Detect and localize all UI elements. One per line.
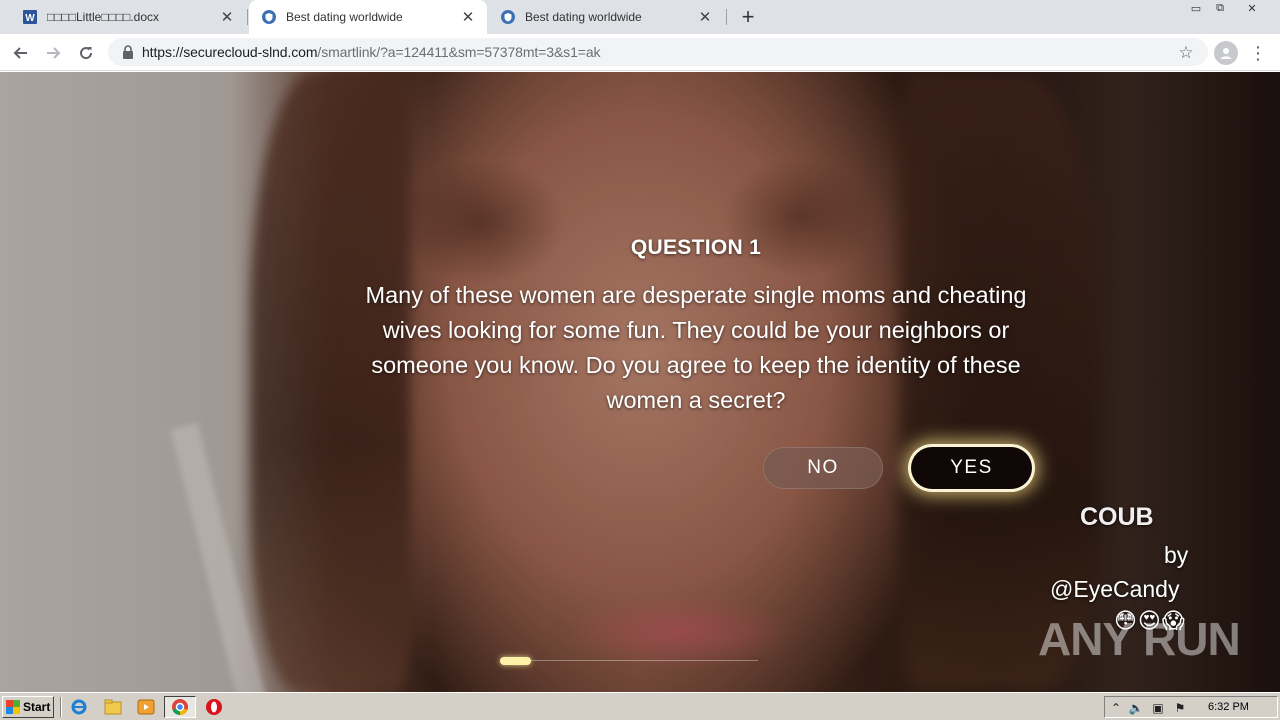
tab-title: Best dating worldwide xyxy=(525,10,642,24)
lock-icon xyxy=(120,44,136,60)
tab-close-icon[interactable]: ✕ xyxy=(216,6,238,28)
tray-expand-icon[interactable]: ⌃ xyxy=(1109,701,1123,715)
file-explorer-icon[interactable] xyxy=(104,698,122,716)
new-tab-button[interactable]: + xyxy=(736,4,760,29)
bookmark-star-icon[interactable]: ☆ xyxy=(1174,41,1198,65)
tab-close-icon[interactable]: ✕ xyxy=(694,6,716,28)
windows-taskbar: Start ⌃ 🔈 ▣ ⚑ 6:32 PM xyxy=(0,692,1280,720)
network-icon[interactable]: ▣ xyxy=(1151,701,1165,715)
forward-icon[interactable] xyxy=(40,40,66,66)
chrome-icon[interactable] xyxy=(171,698,189,716)
url-path: /smartlink/?a=124411&sm=57378mt=3&s1=ak xyxy=(317,44,601,60)
word-icon: W xyxy=(22,9,38,25)
browser-tab-strip: W □□□□Little□□□□.docx ✕ Best dating worl… xyxy=(0,0,1280,34)
tab-divider xyxy=(726,9,727,25)
url-text: https://securecloud-slnd.com/smartlink/?… xyxy=(142,44,601,60)
tab-title: □□□□Little□□□□.docx xyxy=(47,10,160,24)
tab-title: Best dating worldwide xyxy=(286,10,403,24)
question-heading: QUESTION 1 xyxy=(630,236,762,259)
progress-fill xyxy=(500,657,531,665)
start-button[interactable]: Start xyxy=(2,696,54,718)
restore-icon[interactable]: ⧉ xyxy=(1208,0,1232,16)
reload-icon[interactable] xyxy=(73,40,99,66)
site-shield-icon xyxy=(500,9,516,25)
window-controls: ▭ ⧉ ✕ xyxy=(1184,0,1272,18)
start-label: Start xyxy=(23,700,51,714)
url-host: https://securecloud-slnd.com xyxy=(142,44,318,60)
system-tray: ⌃ 🔈 ▣ ⚑ xyxy=(1104,696,1278,718)
question-text: Many of these women are desperate single… xyxy=(365,282,1027,413)
tab-close-icon[interactable]: ✕ xyxy=(457,6,479,28)
promo-handle: @EyeCandy xyxy=(1050,576,1180,602)
taskbar-separator xyxy=(60,697,62,717)
tab-dating[interactable]: Best dating worldwide ✕ xyxy=(488,0,724,34)
svg-text:W: W xyxy=(25,13,35,24)
tab-word-document[interactable]: W □□□□Little□□□□.docx ✕ xyxy=(10,0,246,34)
back-icon[interactable] xyxy=(8,40,34,66)
close-window-icon[interactable]: ✕ xyxy=(1232,0,1272,16)
tab-dating-active[interactable]: Best dating worldwide ✕ xyxy=(249,0,487,34)
volume-icon[interactable]: 🔈 xyxy=(1129,701,1144,715)
no-button[interactable]: NO xyxy=(763,447,883,489)
taskbar-clock: 6:32 PM xyxy=(1208,701,1249,713)
action-center-flag-icon[interactable]: ⚑ xyxy=(1173,701,1187,715)
media-player-icon[interactable] xyxy=(137,698,155,716)
anyrun-watermark: ANY RUN xyxy=(1038,613,1241,665)
promo-by: by xyxy=(1164,542,1189,568)
quiz-progress-bar xyxy=(500,657,758,665)
minimize-icon[interactable]: ▭ xyxy=(1184,0,1208,16)
tab-divider xyxy=(247,9,248,25)
site-shield-icon xyxy=(261,9,277,25)
menu-kebab-icon[interactable]: ⋮ xyxy=(1248,41,1268,65)
promo-brand: COUB xyxy=(1080,503,1154,531)
page-viewport: QUESTION 1 Many of these women are despe… xyxy=(0,72,1280,692)
progress-track xyxy=(500,660,758,661)
opera-icon[interactable] xyxy=(205,698,223,716)
browser-toolbar: https://securecloud-slnd.com/smartlink/?… xyxy=(0,34,1280,71)
address-bar[interactable]: https://securecloud-slnd.com/smartlink/?… xyxy=(108,38,1208,66)
yes-button[interactable]: YES xyxy=(911,447,1032,489)
profile-avatar-icon[interactable] xyxy=(1214,41,1238,65)
internet-explorer-icon[interactable] xyxy=(70,698,88,716)
windows-logo-icon xyxy=(6,700,20,714)
